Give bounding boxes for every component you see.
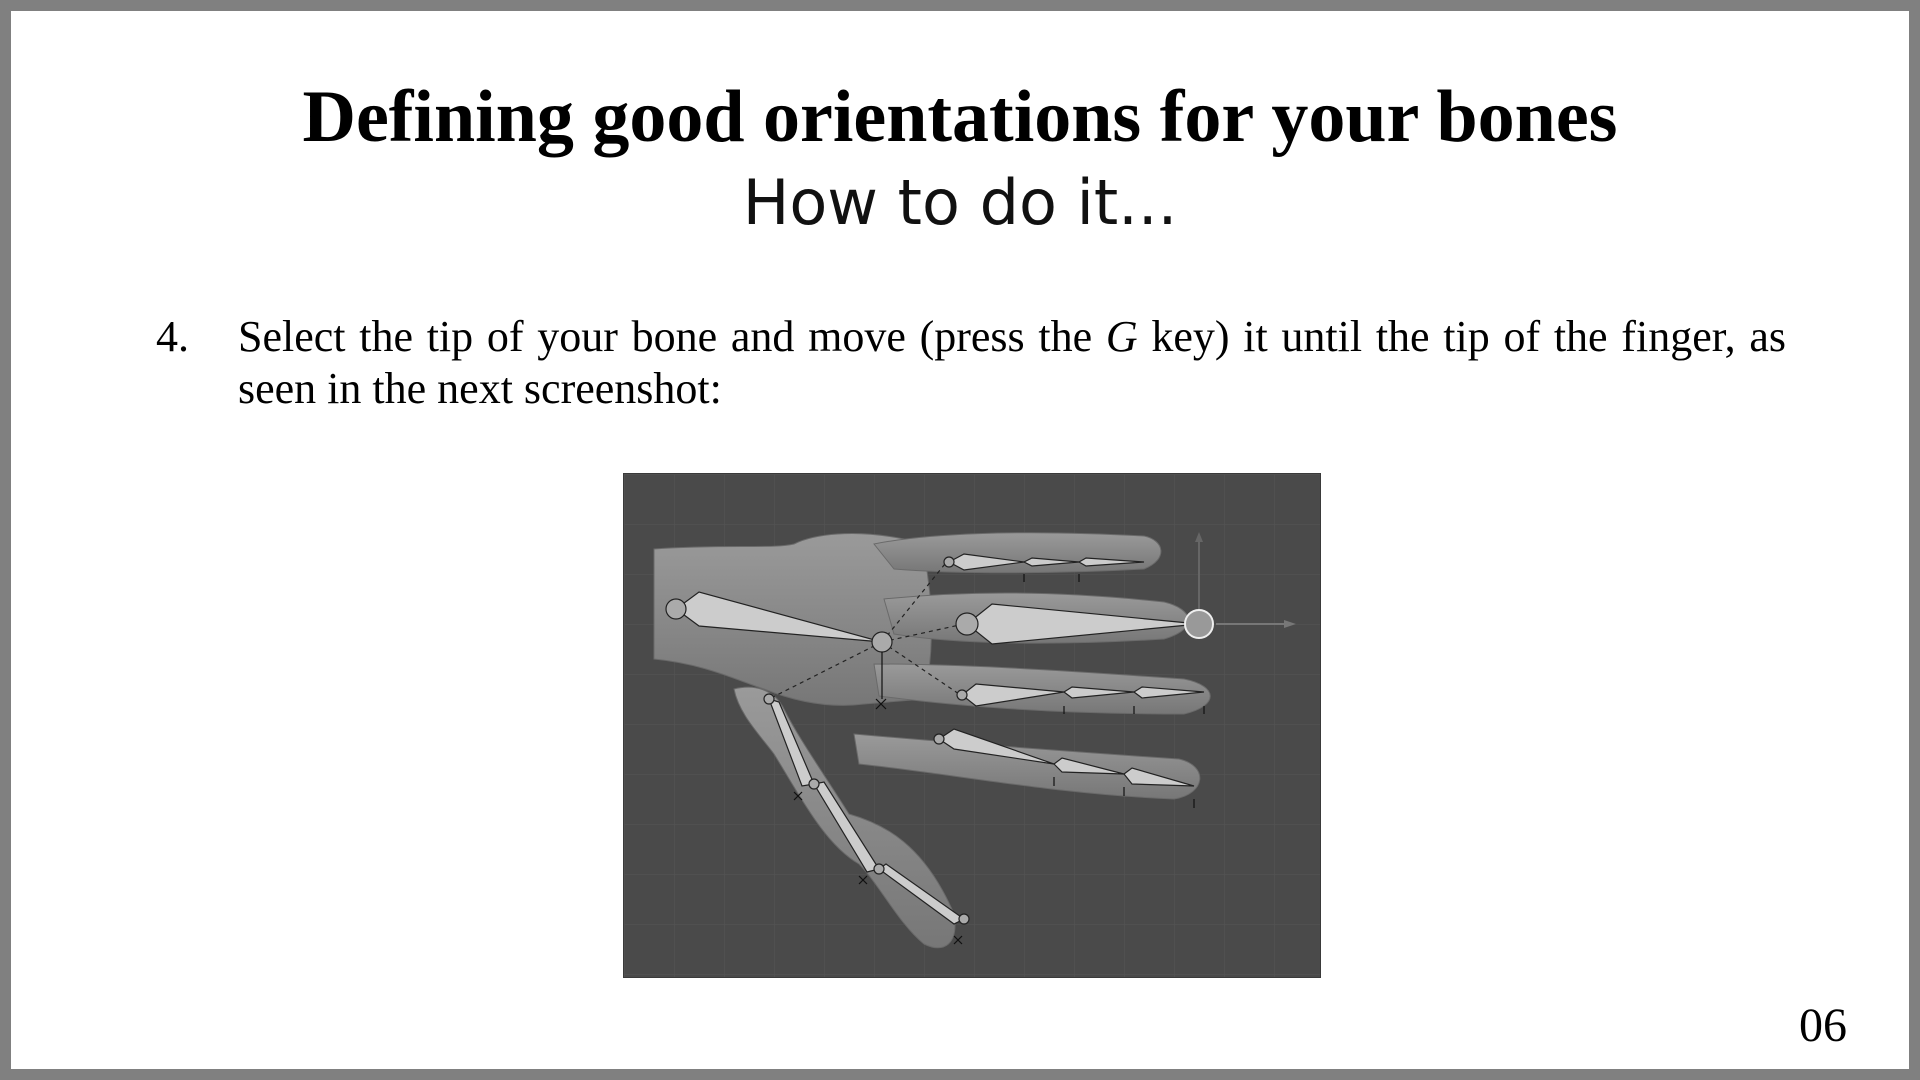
screenshot-figure xyxy=(623,473,1321,978)
step-text: Select the tip of your bone and move (pr… xyxy=(238,311,1786,415)
step-number: 4. xyxy=(156,312,189,361)
hand-armature-illustration xyxy=(624,474,1320,977)
step-text-before: Select the tip of your bone and move (pr… xyxy=(238,312,1106,361)
step-key: G xyxy=(1105,312,1138,361)
slide-title: Defining good orientations for your bone… xyxy=(302,76,1618,158)
selected-bone-tip xyxy=(1184,609,1214,639)
slide-subtitle: How to do it... xyxy=(742,166,1178,239)
slide: Defining good orientations for your bone… xyxy=(11,11,1909,1069)
page-number: 06 xyxy=(1799,999,1847,1052)
